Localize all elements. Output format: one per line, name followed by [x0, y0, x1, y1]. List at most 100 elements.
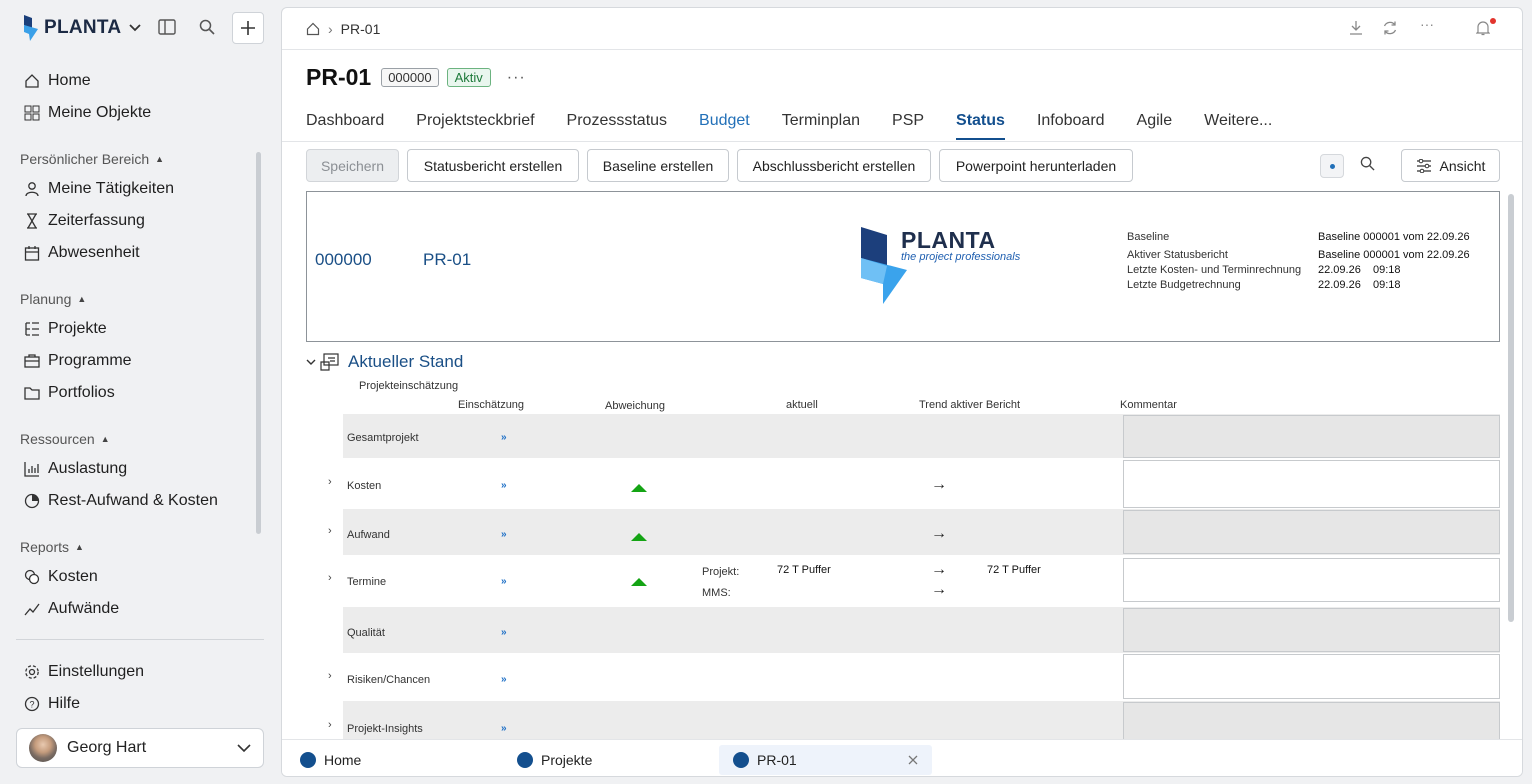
content-scrollbar[interactable] [1508, 194, 1514, 622]
planta-logo: PLANTA the project professionals [859, 226, 1020, 306]
assessment-marker[interactable]: » [501, 576, 507, 587]
nav-portfolios[interactable]: Portfolios [22, 381, 115, 405]
sidebar-toggle-icon[interactable] [158, 19, 176, 35]
nav-my-objects[interactable]: Meine Objekte [22, 101, 151, 125]
comment-field[interactable] [1123, 415, 1500, 458]
view-button-label: Ansicht [1439, 157, 1486, 174]
page-more-button[interactable]: ··· [507, 69, 526, 87]
tab-prozessstatus[interactable]: Prozessstatus [567, 112, 667, 142]
nav-efforts[interactable]: Aufwände [22, 597, 119, 621]
create-baseline-button[interactable]: Baseline erstellen [587, 149, 729, 182]
tab-agile[interactable]: Agile [1137, 112, 1173, 142]
bottom-tab-projects[interactable]: Projekte [515, 745, 594, 775]
bottom-tab-home[interactable]: Home [298, 745, 363, 775]
section-resources[interactable]: Ressourcen ▲ [20, 431, 110, 447]
assessment-marker[interactable]: » [501, 480, 507, 491]
breadcrumb-separator-icon: › [328, 21, 333, 37]
add-button[interactable] [232, 12, 264, 44]
tab-infoboard[interactable]: Infoboard [1037, 112, 1105, 142]
download-icon[interactable] [1348, 20, 1364, 36]
tab-bar: Dashboard Projektsteckbrief Prozessstatu… [306, 112, 1304, 142]
tab-dashboard[interactable]: Dashboard [306, 112, 384, 142]
breadcrumb-current[interactable]: PR-01 [341, 21, 381, 37]
nav-settings[interactable]: Einstellungen [22, 660, 144, 684]
meta-label: Letzte Kosten- und Terminrechnung [1127, 264, 1302, 276]
create-final-report-button[interactable]: Abschlussbericht erstellen [737, 149, 931, 182]
nav-time-tracking[interactable]: Zeiterfassung [22, 209, 145, 233]
deviation-up-icon [631, 578, 647, 586]
download-powerpoint-button[interactable]: Powerpoint herunterladen [939, 149, 1133, 182]
chevron-right-icon[interactable]: › [328, 476, 332, 488]
comment-field[interactable] [1123, 654, 1500, 699]
comment-field[interactable] [1123, 558, 1500, 602]
search-icon[interactable] [199, 19, 215, 35]
home-icon[interactable] [306, 22, 320, 36]
nav-my-tasks[interactable]: Meine Tätigkeiten [22, 177, 174, 201]
bottom-tab-pr01[interactable]: PR-01 [719, 745, 932, 775]
nav-rest-effort[interactable]: Rest-Aufwand & Kosten [22, 489, 218, 513]
caret-up-icon: ▲ [77, 294, 87, 304]
nav-projects[interactable]: Projekte [22, 317, 107, 341]
assessment-marker[interactable]: » [501, 674, 507, 685]
nav-help[interactable]: ? Hilfe [22, 692, 80, 716]
section-personal[interactable]: Persönlicher Bereich ▲ [20, 151, 164, 167]
nav-absence[interactable]: Abwesenheit [22, 241, 140, 265]
refresh-icon[interactable] [1382, 20, 1398, 36]
section-label: Planung [20, 291, 72, 307]
comment-field[interactable] [1123, 608, 1500, 652]
chevron-right-icon[interactable]: › [328, 525, 332, 537]
section-current-state[interactable]: Aktueller Stand [306, 352, 463, 372]
nav-label: Programme [48, 352, 132, 369]
assessment-marker[interactable]: » [501, 627, 507, 638]
tab-more[interactable]: Weitere... [1204, 112, 1272, 142]
bell-icon[interactable] [1476, 20, 1490, 36]
folder-icon [22, 385, 42, 401]
page-title: PR-01 [306, 64, 372, 90]
nav-utilization[interactable]: Auslastung [22, 457, 127, 481]
tab-terminplan[interactable]: Terminplan [782, 112, 860, 142]
section-reports[interactable]: Reports ▲ [20, 539, 84, 555]
trend-arrow-icon: → [931, 581, 947, 598]
col-deviation: Abweichung [605, 400, 665, 412]
tab-budget[interactable]: Budget [699, 112, 750, 142]
chevron-right-icon[interactable]: › [328, 719, 332, 731]
chevron-down-icon[interactable] [306, 359, 320, 366]
tab-status[interactable]: Status [956, 112, 1005, 142]
assessment-marker[interactable]: » [501, 723, 507, 734]
section-label: Reports [20, 539, 70, 555]
assessment-marker[interactable]: » [501, 432, 507, 443]
nav-label: Projekte [48, 320, 107, 337]
assessment-marker[interactable]: » [501, 529, 507, 540]
sidebar-scrollbar[interactable] [256, 152, 261, 534]
project-number-badge: 000000 [381, 68, 439, 87]
chevron-right-icon[interactable]: › [328, 670, 332, 682]
nav-costs[interactable]: Kosten [22, 565, 98, 589]
radio-toggle[interactable] [1320, 154, 1344, 178]
nav-programs[interactable]: Programme [22, 349, 132, 373]
comment-field[interactable] [1123, 702, 1500, 739]
deviation-up-icon [631, 484, 647, 492]
comment-field[interactable] [1123, 460, 1500, 508]
brand-logo[interactable]: PLANTA [22, 14, 142, 42]
chevron-right-icon[interactable]: › [328, 572, 332, 584]
nav-home[interactable]: Home [22, 69, 91, 93]
mms-label: MMS: [702, 587, 731, 599]
tab-psp[interactable]: PSP [892, 112, 924, 142]
more-icon[interactable]: ··· [1420, 16, 1434, 32]
save-button[interactable]: Speichern [306, 149, 399, 182]
view-button[interactable]: Ansicht [1401, 149, 1500, 182]
row-label: Gesamtprojekt [347, 432, 419, 444]
section-label: Ressourcen [20, 431, 95, 447]
circle-icon [300, 752, 316, 768]
meta-value: Baseline 000001 vom 22.09.26 [1318, 231, 1470, 243]
tab-projektsteckbrief[interactable]: Projektsteckbrief [416, 112, 534, 142]
nav-label: Home [48, 72, 91, 89]
user-menu[interactable]: Georg Hart [16, 728, 264, 768]
chevron-down-icon[interactable] [129, 24, 142, 32]
comment-field[interactable] [1123, 510, 1500, 554]
create-status-report-button[interactable]: Statusbericht erstellen [407, 149, 579, 182]
table-row: › Projekt-Insights » [328, 701, 1500, 739]
section-planning[interactable]: Planung ▲ [20, 291, 86, 307]
search-icon[interactable] [1360, 156, 1375, 171]
close-icon[interactable] [908, 755, 918, 765]
